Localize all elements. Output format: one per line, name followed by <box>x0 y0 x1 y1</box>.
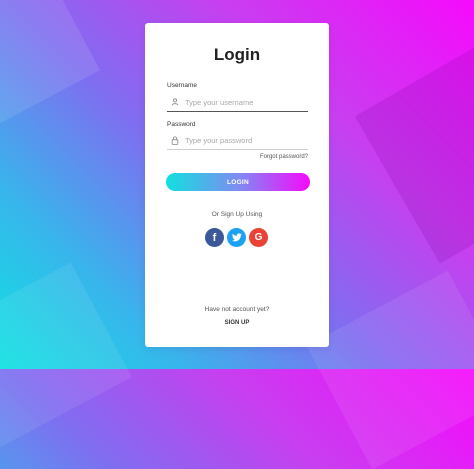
no-account-text: Have not account yet? <box>204 306 270 313</box>
password-label: Password <box>167 121 196 128</box>
username-input[interactable] <box>185 97 305 107</box>
google-icon[interactable]: G <box>249 228 268 247</box>
signup-link[interactable]: SIGN UP <box>145 320 329 326</box>
facebook-glyph: f <box>212 231 217 244</box>
login-card: Login Username Password Forgot password?… <box>145 23 329 347</box>
username-label: Username <box>167 82 197 89</box>
background-shape <box>0 262 132 448</box>
password-field[interactable] <box>167 131 308 150</box>
username-field[interactable] <box>167 93 308 112</box>
social-login-group: f G <box>205 228 268 247</box>
password-input[interactable] <box>185 135 305 145</box>
twitter-icon[interactable] <box>227 228 246 247</box>
facebook-icon[interactable]: f <box>205 228 224 247</box>
background-shape <box>354 46 474 264</box>
page-title: Login <box>213 45 261 64</box>
lock-icon <box>169 136 181 145</box>
google-glyph: G <box>254 232 263 243</box>
forgot-password-link[interactable]: Forgot password? <box>260 154 308 160</box>
login-button[interactable]: LOGIN <box>166 173 310 191</box>
background-shape <box>0 0 100 136</box>
background-shape <box>306 270 474 469</box>
alt-signup-text: Or Sign Up Using <box>211 211 263 218</box>
twitter-bird <box>231 233 242 242</box>
user-icon <box>169 98 181 106</box>
